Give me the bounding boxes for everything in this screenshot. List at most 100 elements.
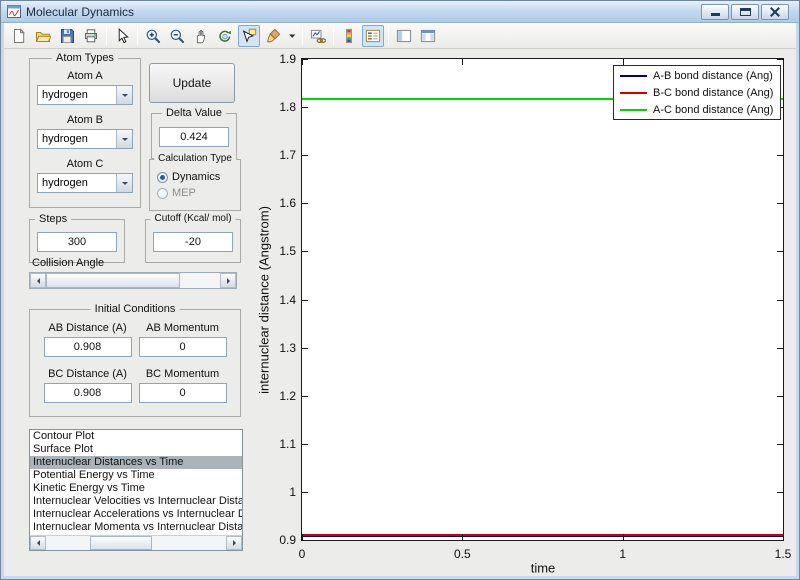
insert-legend-icon: [365, 28, 381, 44]
initial-conditions-title: Initial Conditions: [90, 303, 180, 315]
plot-type-listbox[interactable]: Contour Plot Surface Plot Internuclear Dis…: [29, 429, 243, 551]
radio-label: MEP: [172, 187, 196, 199]
rotate-3d-button[interactable]: [214, 25, 236, 47]
print-figure-icon: [83, 28, 99, 44]
hide-plot-tools-button[interactable]: [393, 25, 415, 47]
ic-input-ab-momentum[interactable]: [138, 337, 227, 357]
x-tick-label: 1: [619, 547, 626, 561]
list-item[interactable]: Contour Plot: [30, 430, 242, 443]
save-figure-button[interactable]: [56, 25, 78, 47]
chevron-down-icon[interactable]: [116, 86, 132, 104]
calculation-type-panel: Calculation Type Dynamics MEP: [149, 153, 241, 211]
listbox-hscrollbar[interactable]: [30, 535, 242, 550]
slider-right-arrow-icon[interactable]: [220, 273, 236, 288]
title-bar[interactable]: Molecular Dynamics: [1, 1, 799, 23]
atom-b-select[interactable]: hydrogen: [37, 129, 133, 149]
ic-input-bc-distance-a-[interactable]: [43, 383, 132, 403]
new-figure-icon: [11, 27, 27, 44]
brush-data-icon: [265, 28, 281, 44]
y-tick-label: 1.3: [279, 340, 296, 355]
brush-dropdown-button[interactable]: [286, 25, 298, 47]
brush-dropdown-icon: [288, 28, 297, 44]
toolbar: [4, 23, 796, 49]
atom-select-label: Atom A: [67, 70, 103, 82]
hscroll-thumb[interactable]: [90, 536, 152, 550]
initial-conditions-panel: Initial Conditions AB Distance (A) AB Mom…: [29, 303, 241, 417]
radio-icon: [157, 187, 168, 199]
steps-input[interactable]: [37, 232, 117, 252]
legend-line-sample: [620, 108, 647, 111]
atom-a-select[interactable]: hydrogen: [37, 85, 133, 105]
hide-plot-tools-icon: [396, 28, 412, 44]
x-tick-label: 1.5: [774, 547, 792, 561]
combo-value: hydrogen: [42, 133, 88, 145]
figure-icon: [7, 5, 21, 18]
atom-selects: Atom A hydrogen Atom B hydrogen Atom C hydrog…: [30, 59, 140, 202]
atom-c-select[interactable]: hydrogen: [37, 173, 133, 193]
list-item[interactable]: Internuclear Velocities vs Internuclear …: [30, 495, 242, 508]
minimize-button[interactable]: [701, 4, 729, 20]
list-item[interactable]: Surface Plot: [30, 443, 242, 456]
chevron-down-icon[interactable]: [116, 174, 132, 192]
steps-title: Steps: [35, 213, 72, 225]
cutoff-input[interactable]: [153, 232, 233, 252]
ic-label: BC Distance (A): [48, 368, 127, 380]
slider-left-arrow-icon[interactable]: [30, 273, 46, 288]
hscroll-track[interactable]: [46, 536, 226, 550]
list-item[interactable]: Internuclear Momenta vs Internuclear Dis…: [30, 521, 242, 534]
hscroll-left-arrow-icon[interactable]: [30, 536, 46, 550]
pan-button[interactable]: [190, 25, 212, 47]
legend-item[interactable]: B-C bond distance (Ang): [614, 84, 780, 101]
slider-thumb[interactable]: [46, 273, 180, 288]
rotate-3d-icon: [217, 28, 233, 44]
hscroll-right-arrow-icon[interactable]: [226, 536, 242, 550]
radio-dynamics[interactable]: Dynamics: [157, 171, 240, 183]
edit-plot-pointer-button[interactable]: [111, 25, 133, 47]
list-item[interactable]: Internuclear Distances vs Time: [30, 456, 242, 469]
list-item[interactable]: Potential Energy vs Time: [30, 469, 242, 482]
plot-axes[interactable]: [301, 58, 784, 541]
y-tick-label: 1.7: [279, 148, 296, 163]
ic-input-bc-momentum[interactable]: [138, 383, 227, 403]
list-item[interactable]: Kinetic Energy vs Time: [30, 482, 242, 495]
legend-line-sample: [620, 91, 647, 94]
insert-colorbar-icon: [341, 28, 357, 44]
maximize-button[interactable]: [731, 4, 759, 20]
chevron-down-icon[interactable]: [116, 130, 132, 148]
zoom-in-button[interactable]: [142, 25, 164, 47]
radio-mep[interactable]: MEP: [157, 187, 240, 199]
open-file-button[interactable]: [32, 25, 54, 47]
link-plot-button[interactable]: [307, 25, 329, 47]
x-tick-label: 0: [298, 547, 306, 561]
x-tick-label: 0.5: [453, 547, 471, 561]
y-tick-label: 1.8: [279, 100, 296, 115]
calc-type-options: Dynamics MEP: [150, 160, 240, 199]
toolbar-separator: [302, 26, 303, 45]
legend-item[interactable]: A-C bond distance (Ang): [614, 101, 780, 118]
y-axis-label: internuclear distance (Angstrom): [256, 206, 272, 394]
data-cursor-button[interactable]: [238, 24, 260, 47]
list-item[interactable]: Internuclear Accelerations vs Internucle…: [30, 508, 242, 521]
collision-angle-slider[interactable]: [29, 272, 237, 289]
y-tick-label: 1.4: [279, 292, 296, 307]
atom-select-label: Atom B: [66, 114, 104, 126]
y-tick-label: 1.1: [279, 436, 296, 451]
insert-legend-button[interactable]: [362, 24, 384, 47]
ic-input-ab-distance-a-[interactable]: [43, 337, 132, 357]
legend-line-sample: [620, 74, 647, 77]
delta-value-input[interactable]: [159, 127, 229, 147]
close-button[interactable]: [761, 4, 789, 20]
plot-legend[interactable]: A-B bond distance (Ang) B-C bond distance…: [613, 65, 781, 120]
slider-track[interactable]: [180, 273, 220, 288]
new-figure-button[interactable]: [8, 25, 30, 47]
brush-data-button[interactable]: [262, 25, 284, 47]
show-plot-tools-button[interactable]: [417, 25, 439, 47]
ic-label: AB Momentum: [146, 322, 219, 334]
legend-item[interactable]: A-B bond distance (Ang): [614, 67, 780, 84]
update-button[interactable]: Update: [149, 63, 235, 103]
atom-types-title: Atom Types: [52, 52, 118, 64]
print-figure-button[interactable]: [80, 25, 102, 47]
y-tick-label: 1.9: [279, 52, 296, 66]
zoom-out-button[interactable]: [166, 25, 188, 47]
insert-colorbar-button[interactable]: [338, 25, 360, 47]
